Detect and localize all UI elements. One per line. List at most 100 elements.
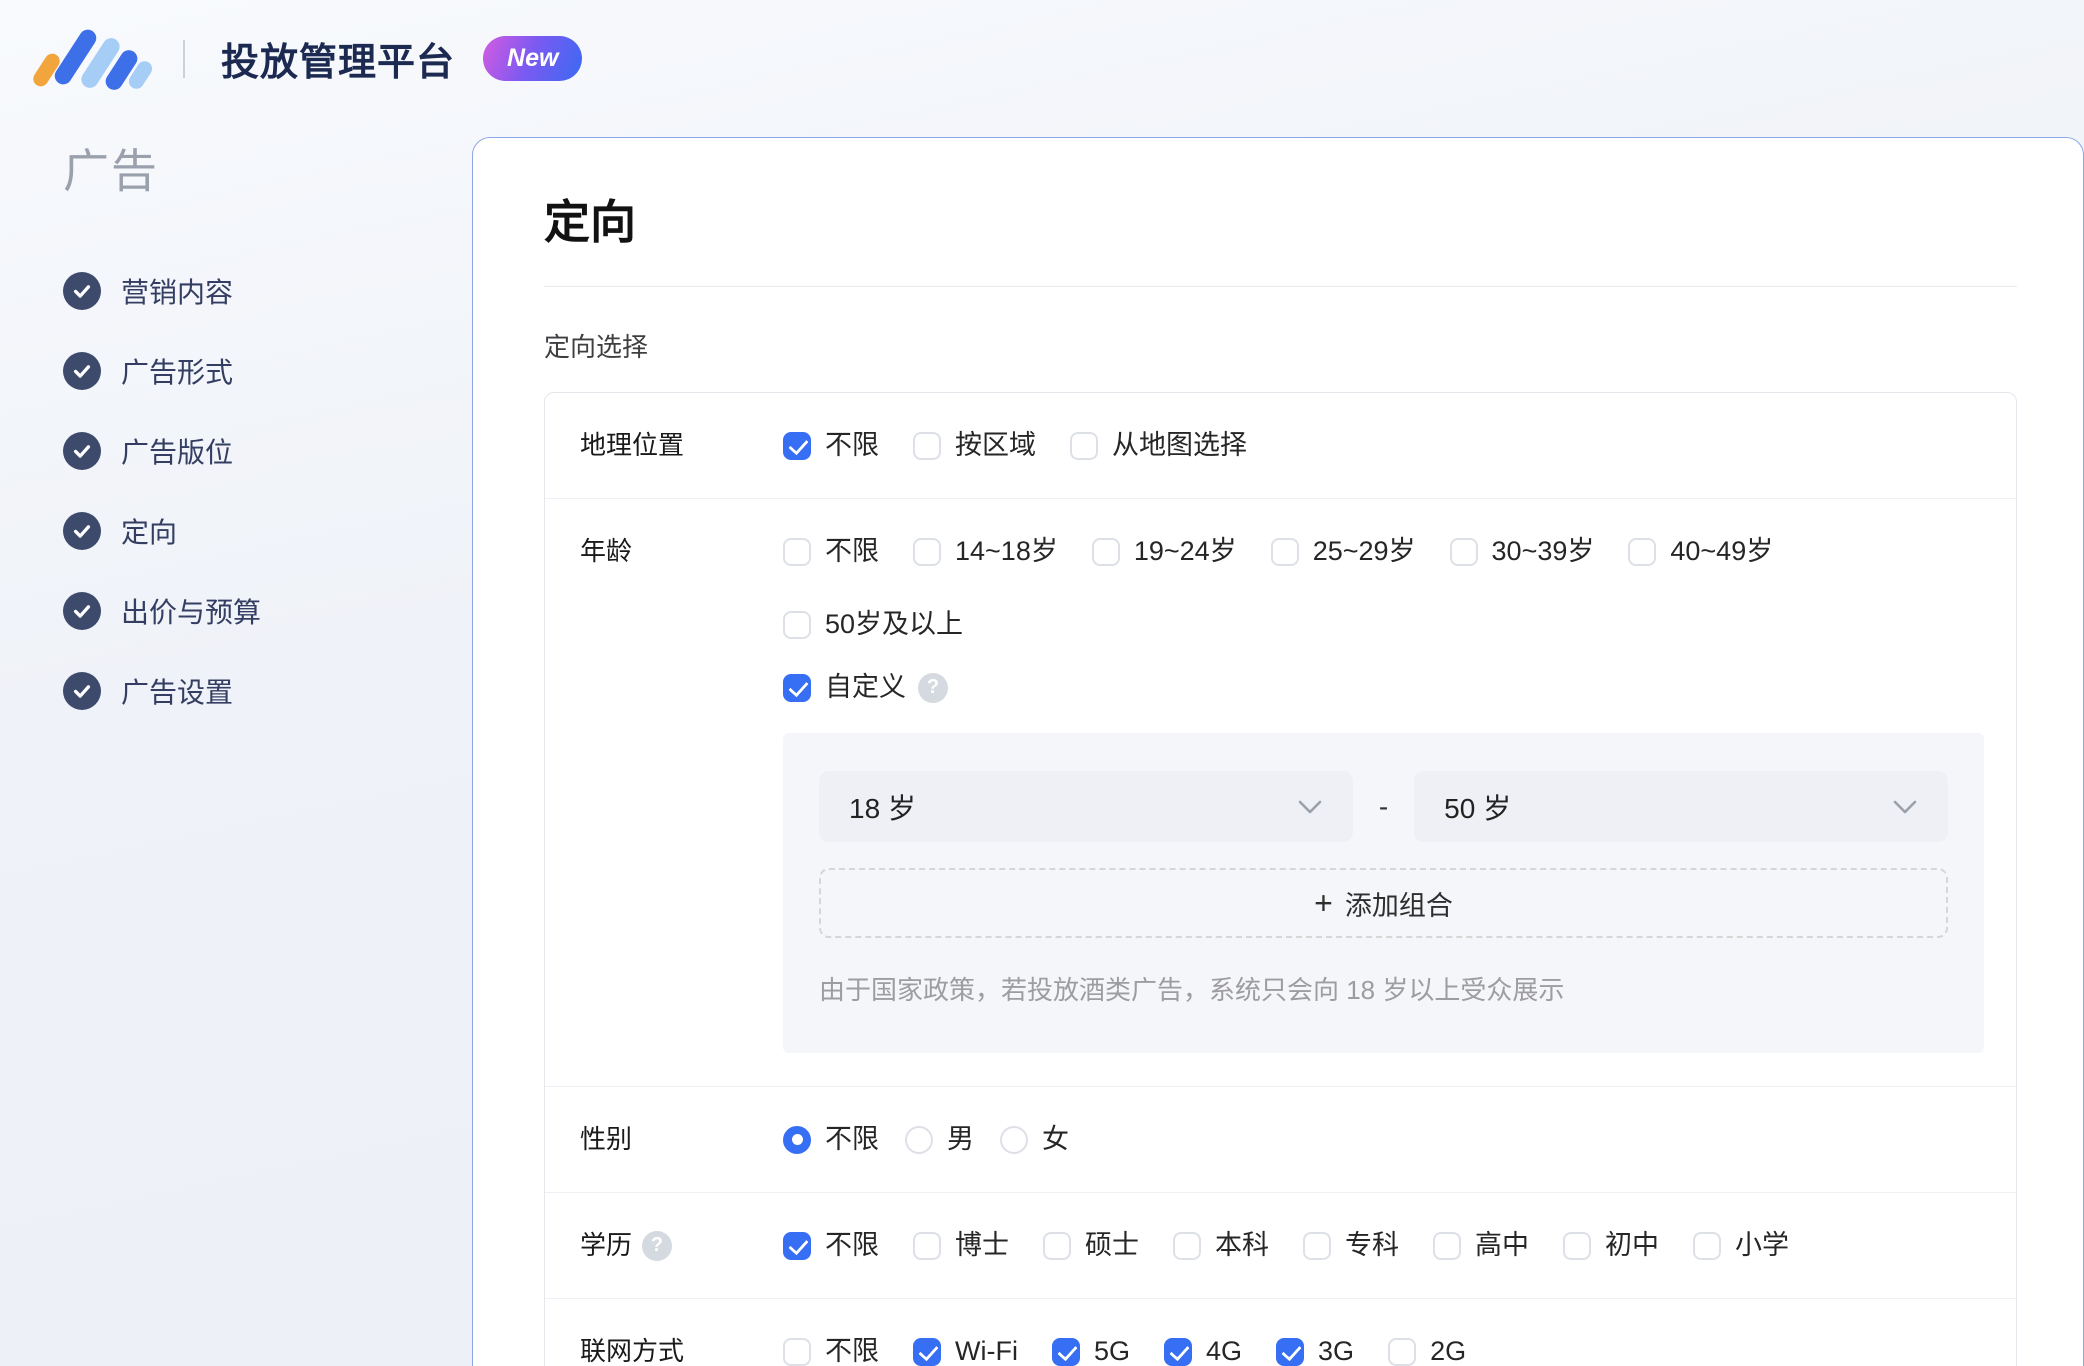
checkbox[interactable] xyxy=(1433,1231,1461,1260)
checkbox[interactable] xyxy=(783,673,811,702)
age-option-40-49[interactable]: 40~49岁 xyxy=(1628,532,1773,571)
checkbox[interactable] xyxy=(1270,537,1299,566)
top-header: 投放管理平台 New xyxy=(0,0,2084,117)
page-title: 定向 xyxy=(544,196,636,248)
new-badge: New xyxy=(483,36,583,81)
sidebar: 广告 营销内容 广告形式 广告版位 定向 出价与预算 广告设置 xyxy=(0,117,472,1366)
checkbox[interactable] xyxy=(913,537,941,566)
checkbox[interactable] xyxy=(913,1231,941,1260)
range-separator: - xyxy=(1378,790,1389,822)
checkbox[interactable] xyxy=(783,431,811,460)
edu-option-master[interactable]: 硕士 xyxy=(1043,1226,1139,1265)
checkbox[interactable] xyxy=(783,610,811,639)
edu-option-middle-school[interactable]: 初中 xyxy=(1563,1226,1659,1265)
checkbox[interactable] xyxy=(1449,537,1478,566)
checkbox[interactable] xyxy=(1043,1231,1071,1260)
sidebar-item-ad-placement[interactable]: 广告版位 xyxy=(63,411,472,491)
radio[interactable] xyxy=(1000,1125,1028,1154)
check-circle-icon xyxy=(63,432,101,470)
sidebar-item-targeting[interactable]: 定向 xyxy=(63,491,472,571)
checkbox[interactable] xyxy=(1693,1231,1721,1260)
option-label: 专科 xyxy=(1345,1230,1399,1260)
network-option-3g[interactable]: 3G xyxy=(1276,1332,1354,1366)
edu-option-bachelor[interactable]: 本科 xyxy=(1173,1226,1269,1265)
checkbox[interactable] xyxy=(783,537,811,566)
radio[interactable] xyxy=(783,1125,811,1154)
age-to-select[interactable]: 50 岁 xyxy=(1414,771,1949,842)
sidebar-item-bid-budget[interactable]: 出价与预算 xyxy=(63,571,472,651)
checkbox[interactable] xyxy=(1173,1231,1201,1260)
sidebar-item-ad-format[interactable]: 广告形式 xyxy=(63,331,472,411)
option-label: 4G xyxy=(1206,1336,1243,1366)
targeting-card: 定向 定向选择 地理位置 不限 按区域 从地图选择 年龄 不限 14~18岁 1… xyxy=(472,137,2084,1366)
add-combination-button[interactable]: + 添加组合 xyxy=(819,868,1948,938)
row-age: 年龄 不限 14~18岁 19~24岁 25~29岁 30~39岁 40~49岁… xyxy=(545,498,2016,1086)
network-option-unlimited[interactable]: 不限 xyxy=(783,1332,879,1366)
radio[interactable] xyxy=(905,1125,933,1154)
age-to-value: 50 岁 xyxy=(1444,792,1512,824)
age-option-19-24[interactable]: 19~24岁 xyxy=(1091,532,1237,571)
option-label: 本科 xyxy=(1215,1230,1269,1260)
row-label-text: 性别 xyxy=(580,1124,633,1154)
geo-option-from-map[interactable]: 从地图选择 xyxy=(1070,426,1247,465)
sidebar-item-label: 营销内容 xyxy=(121,277,234,308)
main-area: 定向 定向选择 地理位置 不限 按区域 从地图选择 年龄 不限 14~18岁 1… xyxy=(472,117,2084,1366)
row-label-text: 联网方式 xyxy=(580,1336,685,1366)
help-icon[interactable]: ? xyxy=(918,672,948,703)
check-circle-icon xyxy=(63,592,101,630)
option-label: 初中 xyxy=(1605,1230,1659,1260)
option-label: 5G xyxy=(1093,1336,1130,1366)
checkbox[interactable] xyxy=(1164,1337,1192,1366)
age-from-select[interactable]: 18 岁 xyxy=(819,771,1353,842)
help-icon[interactable]: ? xyxy=(642,1230,673,1261)
age-option-30-39[interactable]: 30~39岁 xyxy=(1449,532,1594,571)
gender-option-unlimited[interactable]: 不限 xyxy=(783,1120,879,1159)
sidebar-step-list: 营销内容 广告形式 广告版位 定向 出价与预算 广告设置 xyxy=(63,251,472,731)
network-option-2g[interactable]: 2G xyxy=(1388,1332,1466,1366)
checkbox[interactable] xyxy=(1388,1337,1417,1366)
option-label: 自定义 xyxy=(825,672,906,702)
age-option-50-plus[interactable]: 50岁及以上 xyxy=(783,605,963,644)
sidebar-item-label: 出价与预算 xyxy=(121,597,262,628)
chevron-down-icon xyxy=(1893,800,1917,813)
edu-option-high-school[interactable]: 高中 xyxy=(1433,1226,1529,1265)
age-option-14-18[interactable]: 14~18岁 xyxy=(913,532,1058,571)
checkbox[interactable] xyxy=(1563,1231,1591,1260)
checkbox[interactable] xyxy=(1091,537,1120,566)
edu-option-doctor[interactable]: 博士 xyxy=(913,1226,1009,1265)
geo-option-by-region[interactable]: 按区域 xyxy=(913,426,1036,465)
option-label: 硕士 xyxy=(1085,1230,1139,1260)
age-option-unlimited[interactable]: 不限 xyxy=(783,532,879,571)
edu-option-primary-school[interactable]: 小学 xyxy=(1693,1226,1789,1265)
row-gender: 性别 不限 男 女 xyxy=(545,1086,2016,1192)
checkbox[interactable] xyxy=(1051,1337,1080,1366)
check-circle-icon xyxy=(63,272,101,310)
gender-option-female[interactable]: 女 xyxy=(1000,1120,1069,1159)
sidebar-item-ad-settings[interactable]: 广告设置 xyxy=(63,651,472,731)
checkbox[interactable] xyxy=(1276,1337,1305,1366)
checkbox[interactable] xyxy=(1070,431,1098,460)
option-label: 不限 xyxy=(825,536,879,566)
option-label: 14~18岁 xyxy=(955,536,1058,566)
network-option-wifi[interactable]: Wi-Fi xyxy=(913,1332,1018,1366)
edu-option-college[interactable]: 专科 xyxy=(1303,1226,1399,1265)
page: 投放管理平台 New 广告 营销内容 广告形式 广告版位 定向 出价与预算 广告… xyxy=(0,0,2084,1366)
targeting-form: 地理位置 不限 按区域 从地图选择 年龄 不限 14~18岁 19~24岁 25… xyxy=(544,392,2017,1366)
option-label: 高中 xyxy=(1475,1230,1529,1260)
gender-option-male[interactable]: 男 xyxy=(905,1120,974,1159)
network-option-5g[interactable]: 5G xyxy=(1051,1332,1130,1366)
checkbox[interactable] xyxy=(783,1337,811,1366)
age-option-custom[interactable]: 自定义 xyxy=(783,668,906,707)
sidebar-item-marketing-content[interactable]: 营销内容 xyxy=(63,251,472,331)
checkbox[interactable] xyxy=(1303,1231,1331,1260)
age-option-25-29[interactable]: 25~29岁 xyxy=(1270,532,1416,571)
option-label: 19~24岁 xyxy=(1133,536,1237,566)
check-circle-icon xyxy=(63,672,101,710)
checkbox[interactable] xyxy=(913,1337,941,1366)
geo-option-unlimited[interactable]: 不限 xyxy=(783,426,879,465)
checkbox[interactable] xyxy=(913,431,941,460)
edu-option-unlimited[interactable]: 不限 xyxy=(783,1226,879,1265)
checkbox[interactable] xyxy=(783,1231,811,1260)
checkbox[interactable] xyxy=(1628,537,1657,566)
network-option-4g[interactable]: 4G xyxy=(1164,1332,1242,1366)
